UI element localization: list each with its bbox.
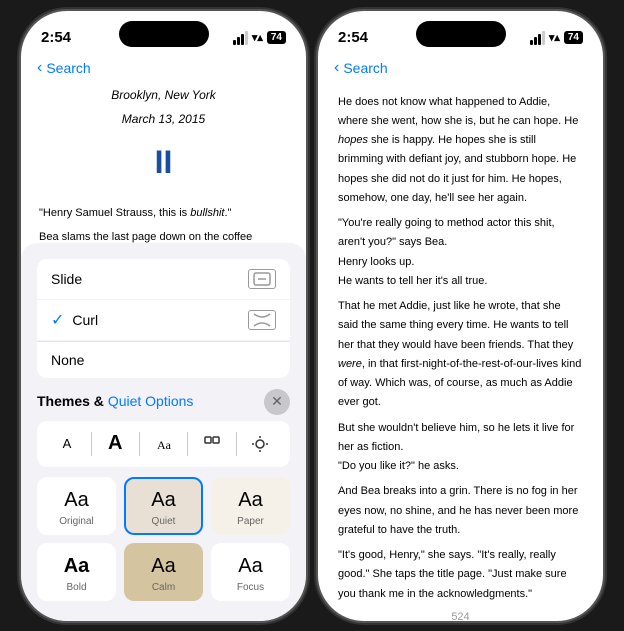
theme-focus[interactable]: Aa Focus bbox=[211, 543, 290, 601]
right-back-label: Search bbox=[343, 60, 387, 76]
slide-panel: Slide ✓ Curl bbox=[21, 243, 306, 621]
para-1: "Henry Samuel Strauss, this is bullshit.… bbox=[39, 204, 288, 223]
font-controls: A A Aa bbox=[37, 421, 290, 467]
rp-6: But she wouldn't believe him, so he lets… bbox=[338, 419, 583, 458]
left-phone: 2:54 ▾▴ 74 ‹ Search Brooklyn, bbox=[21, 11, 306, 621]
theme-original[interactable]: Aa Original bbox=[37, 477, 116, 535]
scroll-options: Slide ✓ Curl bbox=[21, 255, 306, 383]
checkmark-icon: ✓ bbox=[51, 310, 64, 330]
right-status-bar: 2:54 ▾▴ 74 bbox=[318, 11, 603, 55]
theme-cards: Aa Original Aa Quiet Aa Paper Aa bbox=[37, 477, 290, 601]
right-phone: 2:54 ▾▴ 74 ‹ Search He does not know wha… bbox=[318, 11, 603, 621]
rp-4: He wants to tell her it's all true. bbox=[338, 272, 583, 291]
rp-2: "You're really going to method actor thi… bbox=[338, 214, 583, 253]
none-option[interactable]: None bbox=[37, 341, 290, 378]
rp-3: Henry looks up. bbox=[338, 253, 583, 272]
right-book-content: He does not know what happened to Addie,… bbox=[318, 85, 603, 607]
back-label: Search bbox=[46, 60, 90, 76]
rp-1: He does not know what happened to Addie,… bbox=[338, 93, 583, 209]
themes-options[interactable]: Quiet Options bbox=[108, 393, 194, 409]
brightness-btn[interactable] bbox=[242, 429, 278, 459]
theme-calm-name: Calm bbox=[152, 582, 175, 593]
left-time: 2:54 bbox=[41, 29, 71, 46]
rp-5: That he met Addie, just like he wrote, t… bbox=[338, 297, 583, 413]
divider-3 bbox=[187, 432, 188, 456]
wifi-icon: ▾▴ bbox=[252, 31, 263, 44]
right-nav-bar[interactable]: ‹ Search bbox=[318, 55, 603, 85]
themes-title: Themes & bbox=[37, 393, 108, 409]
back-arrow-icon: ‹ bbox=[37, 59, 42, 77]
right-time: 2:54 bbox=[338, 29, 368, 46]
themes-section: Themes & Quiet Options ✕ A A Aa bbox=[21, 387, 306, 609]
left-content: Brooklyn, New York March 13, 2015 II "He… bbox=[21, 85, 306, 621]
right-dynamic-island bbox=[416, 21, 506, 47]
theme-calm[interactable]: Aa Calm bbox=[124, 543, 203, 601]
font-large-btn[interactable]: A bbox=[97, 429, 133, 459]
theme-quiet-aa: Aa bbox=[151, 489, 175, 512]
theme-quiet[interactable]: Aa Quiet bbox=[124, 477, 203, 535]
page-number: 524 bbox=[318, 607, 603, 621]
theme-original-aa: Aa bbox=[64, 489, 88, 512]
divider-2 bbox=[139, 432, 140, 456]
themes-header: Themes & Quiet Options ✕ bbox=[37, 389, 290, 415]
left-nav-bar[interactable]: ‹ Search bbox=[21, 55, 306, 85]
theme-bold-aa: Aa bbox=[64, 555, 90, 578]
right-status-right: ▾▴ 74 bbox=[530, 31, 583, 45]
right-signal-icon bbox=[530, 31, 545, 45]
book-header: Brooklyn, New York March 13, 2015 II bbox=[39, 85, 288, 190]
theme-original-name: Original bbox=[59, 516, 93, 527]
rp-8: And Bea breaks into a grin. There is no … bbox=[338, 482, 583, 540]
theme-bold-name: Bold bbox=[66, 582, 86, 593]
chapter-number: II bbox=[39, 135, 288, 189]
divider-4 bbox=[236, 432, 237, 456]
theme-paper-name: Paper bbox=[237, 516, 264, 527]
layout-btn[interactable] bbox=[194, 429, 230, 459]
left-status-right: ▾▴ 74 bbox=[233, 31, 286, 45]
right-battery-icon: 74 bbox=[564, 31, 583, 44]
theme-paper-aa: Aa bbox=[238, 489, 262, 512]
divider-1 bbox=[91, 432, 92, 456]
dynamic-island bbox=[119, 21, 209, 47]
curl-icon bbox=[248, 310, 276, 330]
book-date: March 13, 2015 bbox=[39, 109, 288, 129]
svg-text:Aa: Aa bbox=[157, 438, 172, 452]
none-label: None bbox=[51, 352, 84, 368]
theme-bold[interactable]: Aa Bold bbox=[37, 543, 116, 601]
theme-quiet-name: Quiet bbox=[152, 516, 176, 527]
curl-label: Curl bbox=[72, 312, 98, 328]
theme-focus-aa: Aa bbox=[238, 555, 262, 578]
signal-icon bbox=[233, 31, 248, 45]
right-back-button[interactable]: ‹ Search bbox=[334, 59, 388, 77]
theme-paper[interactable]: Aa Paper bbox=[211, 477, 290, 535]
slide-label: Slide bbox=[51, 271, 82, 287]
slide-icon bbox=[248, 269, 276, 289]
rp-7: "Do you like it?" he asks. bbox=[338, 457, 583, 476]
left-status-bar: 2:54 ▾▴ 74 bbox=[21, 11, 306, 55]
close-button[interactable]: ✕ bbox=[264, 389, 290, 415]
font-icon-btn[interactable]: Aa bbox=[146, 429, 182, 459]
back-button[interactable]: ‹ Search bbox=[37, 59, 91, 77]
book-location: Brooklyn, New York bbox=[39, 85, 288, 105]
curl-option[interactable]: ✓ Curl bbox=[37, 300, 290, 340]
theme-focus-name: Focus bbox=[237, 582, 264, 593]
slide-option[interactable]: Slide bbox=[37, 259, 290, 299]
right-wifi-icon: ▾▴ bbox=[549, 31, 560, 44]
battery-icon: 74 bbox=[267, 31, 286, 44]
font-small-btn[interactable]: A bbox=[49, 429, 85, 459]
themes-title-group: Themes & Quiet Options bbox=[37, 393, 193, 411]
theme-calm-aa: Aa bbox=[151, 555, 175, 578]
right-back-arrow-icon: ‹ bbox=[334, 59, 339, 77]
rp-9: "It's good, Henry," she says. "It's real… bbox=[338, 546, 583, 604]
